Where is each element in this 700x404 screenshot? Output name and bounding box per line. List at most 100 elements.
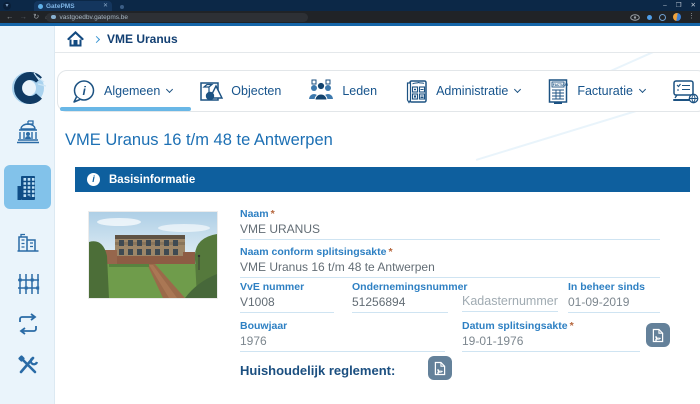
page-tab-bar: i Algemeen Objecten Leden Administratie … bbox=[57, 70, 700, 112]
field-datum-splitsingsakte: Datum splitsingsakte * bbox=[462, 320, 640, 352]
tab-label: Leden bbox=[342, 84, 378, 98]
tab-facturatie[interactable]: FACTUUR Facturatie bbox=[546, 78, 646, 105]
tab-search-icon[interactable]: ▾ bbox=[3, 1, 11, 10]
tab-objecten[interactable]: Objecten bbox=[198, 78, 281, 104]
datum-splitsingsakte-input[interactable] bbox=[462, 334, 640, 352]
field-label: Datum splitsingsakte bbox=[462, 320, 568, 332]
field-label: Naam conform splitsingsakte bbox=[240, 246, 387, 258]
field-kadasternummer bbox=[462, 281, 558, 312]
huishoudelijk-reglement-pdf-button[interactable] bbox=[428, 356, 452, 380]
invoice-icon: FACTUUR bbox=[549, 78, 569, 104]
browser-menu-icon[interactable]: ⋮ bbox=[688, 11, 695, 23]
tools-icon bbox=[17, 355, 38, 374]
tab-algemeen[interactable]: i Algemeen bbox=[70, 78, 174, 105]
browser-tab-title: GatePMS bbox=[46, 2, 75, 10]
field-bouwjaar: Bouwjaar bbox=[240, 320, 445, 352]
browser-toolbar: ← → ↻ ⌂ vastgoedbv.gatepms.be ⋮ bbox=[0, 11, 700, 23]
window-minimize-button[interactable]: – bbox=[663, 0, 667, 11]
pdf-file-icon bbox=[652, 328, 664, 342]
sidebar-item-syndic[interactable] bbox=[0, 116, 55, 148]
vve-nummer-input[interactable] bbox=[240, 295, 334, 313]
window-maximize-button[interactable]: ❐ bbox=[676, 0, 682, 11]
apartment-building-icon bbox=[17, 176, 35, 200]
favicon-icon bbox=[120, 4, 124, 9]
tab-leden[interactable]: Leden bbox=[307, 79, 377, 103]
tab-label: Algemeen bbox=[104, 84, 161, 98]
naam-input[interactable] bbox=[240, 222, 660, 240]
kadasternummer-input[interactable] bbox=[462, 293, 558, 312]
field-ondernemingsnummer: Ondernemingsnummer bbox=[352, 281, 468, 313]
sidebar-item-instellingen[interactable] bbox=[0, 349, 55, 381]
sidebar-item-gebouwen[interactable] bbox=[0, 226, 55, 258]
field-label: Bouwjaar bbox=[240, 320, 288, 332]
chevron-down-icon bbox=[166, 85, 174, 94]
sidebar-item-processen[interactable] bbox=[0, 308, 55, 340]
tab-label: Administratie bbox=[436, 84, 509, 98]
repeat-loop-icon bbox=[18, 313, 37, 335]
active-tab-indicator bbox=[60, 107, 191, 111]
field-naam: Naam * bbox=[240, 208, 660, 240]
naam-conform-input[interactable] bbox=[240, 260, 660, 278]
gatepms-logo-icon bbox=[11, 72, 46, 104]
info-icon: i bbox=[87, 173, 100, 186]
bouwjaar-input[interactable] bbox=[240, 334, 445, 352]
browser-tab-secondary[interactable] bbox=[116, 2, 136, 11]
institution-building-icon bbox=[16, 120, 39, 144]
section-title: Basisinformatie bbox=[109, 173, 196, 186]
reload-button[interactable]: ↻ bbox=[33, 11, 39, 23]
sidebar-logo[interactable] bbox=[0, 68, 55, 108]
chevron-down-icon bbox=[638, 85, 646, 94]
browser-tab-strip: ▾ GatePMS ✕ – ❐ ✕ bbox=[0, 0, 700, 11]
field-naam-conform: Naam conform splitsingsakte * bbox=[240, 246, 660, 278]
facturatie-icon-text: FACTUUR bbox=[553, 83, 569, 87]
tab-close-icon[interactable]: ✕ bbox=[103, 2, 108, 10]
field-label: In beheer sinds bbox=[568, 281, 646, 293]
section-header: i Basisinformatie bbox=[75, 167, 690, 192]
ondernemingsnummer-input[interactable] bbox=[352, 295, 448, 313]
field-in-beheer-sinds: In beheer sinds bbox=[568, 281, 660, 313]
chevron-down-icon bbox=[514, 85, 522, 94]
info-bubble-icon: i bbox=[73, 79, 95, 103]
tab-label: Objecten bbox=[231, 84, 282, 98]
url-text: vastgoedbv.gatepms.be bbox=[59, 13, 129, 21]
profile-ring-icon[interactable] bbox=[659, 13, 666, 21]
tab-begroting[interactable]: Begroting bbox=[671, 78, 700, 104]
chevron-right-icon bbox=[92, 35, 101, 43]
breadcrumb-current: VME Uranus bbox=[107, 32, 178, 46]
browser-avatar[interactable] bbox=[673, 13, 681, 21]
field-label: VvE nummer bbox=[240, 281, 305, 293]
tab-administratie[interactable]: Administratie bbox=[403, 78, 522, 105]
sidebar-item-boekhouding[interactable] bbox=[0, 268, 55, 300]
calculator-pad-icon bbox=[406, 79, 427, 104]
address-bar[interactable]: vastgoedbv.gatepms.be bbox=[46, 12, 308, 22]
svg-text:i: i bbox=[83, 84, 87, 98]
pdf-file-icon bbox=[434, 361, 446, 375]
building-photo bbox=[88, 211, 218, 299]
sidebar bbox=[0, 26, 55, 404]
browser-tab-active[interactable]: GatePMS ✕ bbox=[34, 1, 112, 11]
required-marker: * bbox=[388, 246, 393, 258]
splitsingsakte-pdf-button[interactable] bbox=[646, 323, 670, 347]
field-vve-nummer: VvE nummer bbox=[240, 281, 334, 313]
tab-label: Facturatie bbox=[577, 84, 633, 98]
home-icon bbox=[67, 31, 84, 47]
favicon-icon bbox=[38, 3, 43, 9]
required-marker: * bbox=[270, 208, 275, 220]
forward-button[interactable]: → bbox=[20, 11, 28, 23]
abacus-icon bbox=[17, 274, 39, 294]
field-label: Naam bbox=[240, 208, 269, 220]
notification-dot-icon bbox=[647, 14, 652, 20]
shapes-icon bbox=[200, 82, 224, 101]
sidebar-item-vme[interactable] bbox=[0, 172, 55, 204]
in-beheer-sinds-input[interactable] bbox=[568, 295, 660, 313]
required-marker: * bbox=[569, 320, 574, 332]
page-title: VME Uranus 16 t/m 48 te Antwerpen bbox=[65, 131, 333, 149]
back-button[interactable]: ← bbox=[6, 11, 14, 23]
screen: ▾ GatePMS ✕ – ❐ ✕ ← → ↻ ⌂ vastgoedbv.gat… bbox=[0, 0, 700, 404]
city-buildings-icon bbox=[17, 233, 38, 252]
field-label: Ondernemingsnummer bbox=[352, 281, 468, 293]
breadcrumb-home[interactable] bbox=[67, 31, 84, 47]
site-icon bbox=[51, 14, 56, 20]
tracking-eye-icon[interactable] bbox=[630, 13, 640, 21]
window-close-button[interactable]: ✕ bbox=[691, 0, 696, 11]
